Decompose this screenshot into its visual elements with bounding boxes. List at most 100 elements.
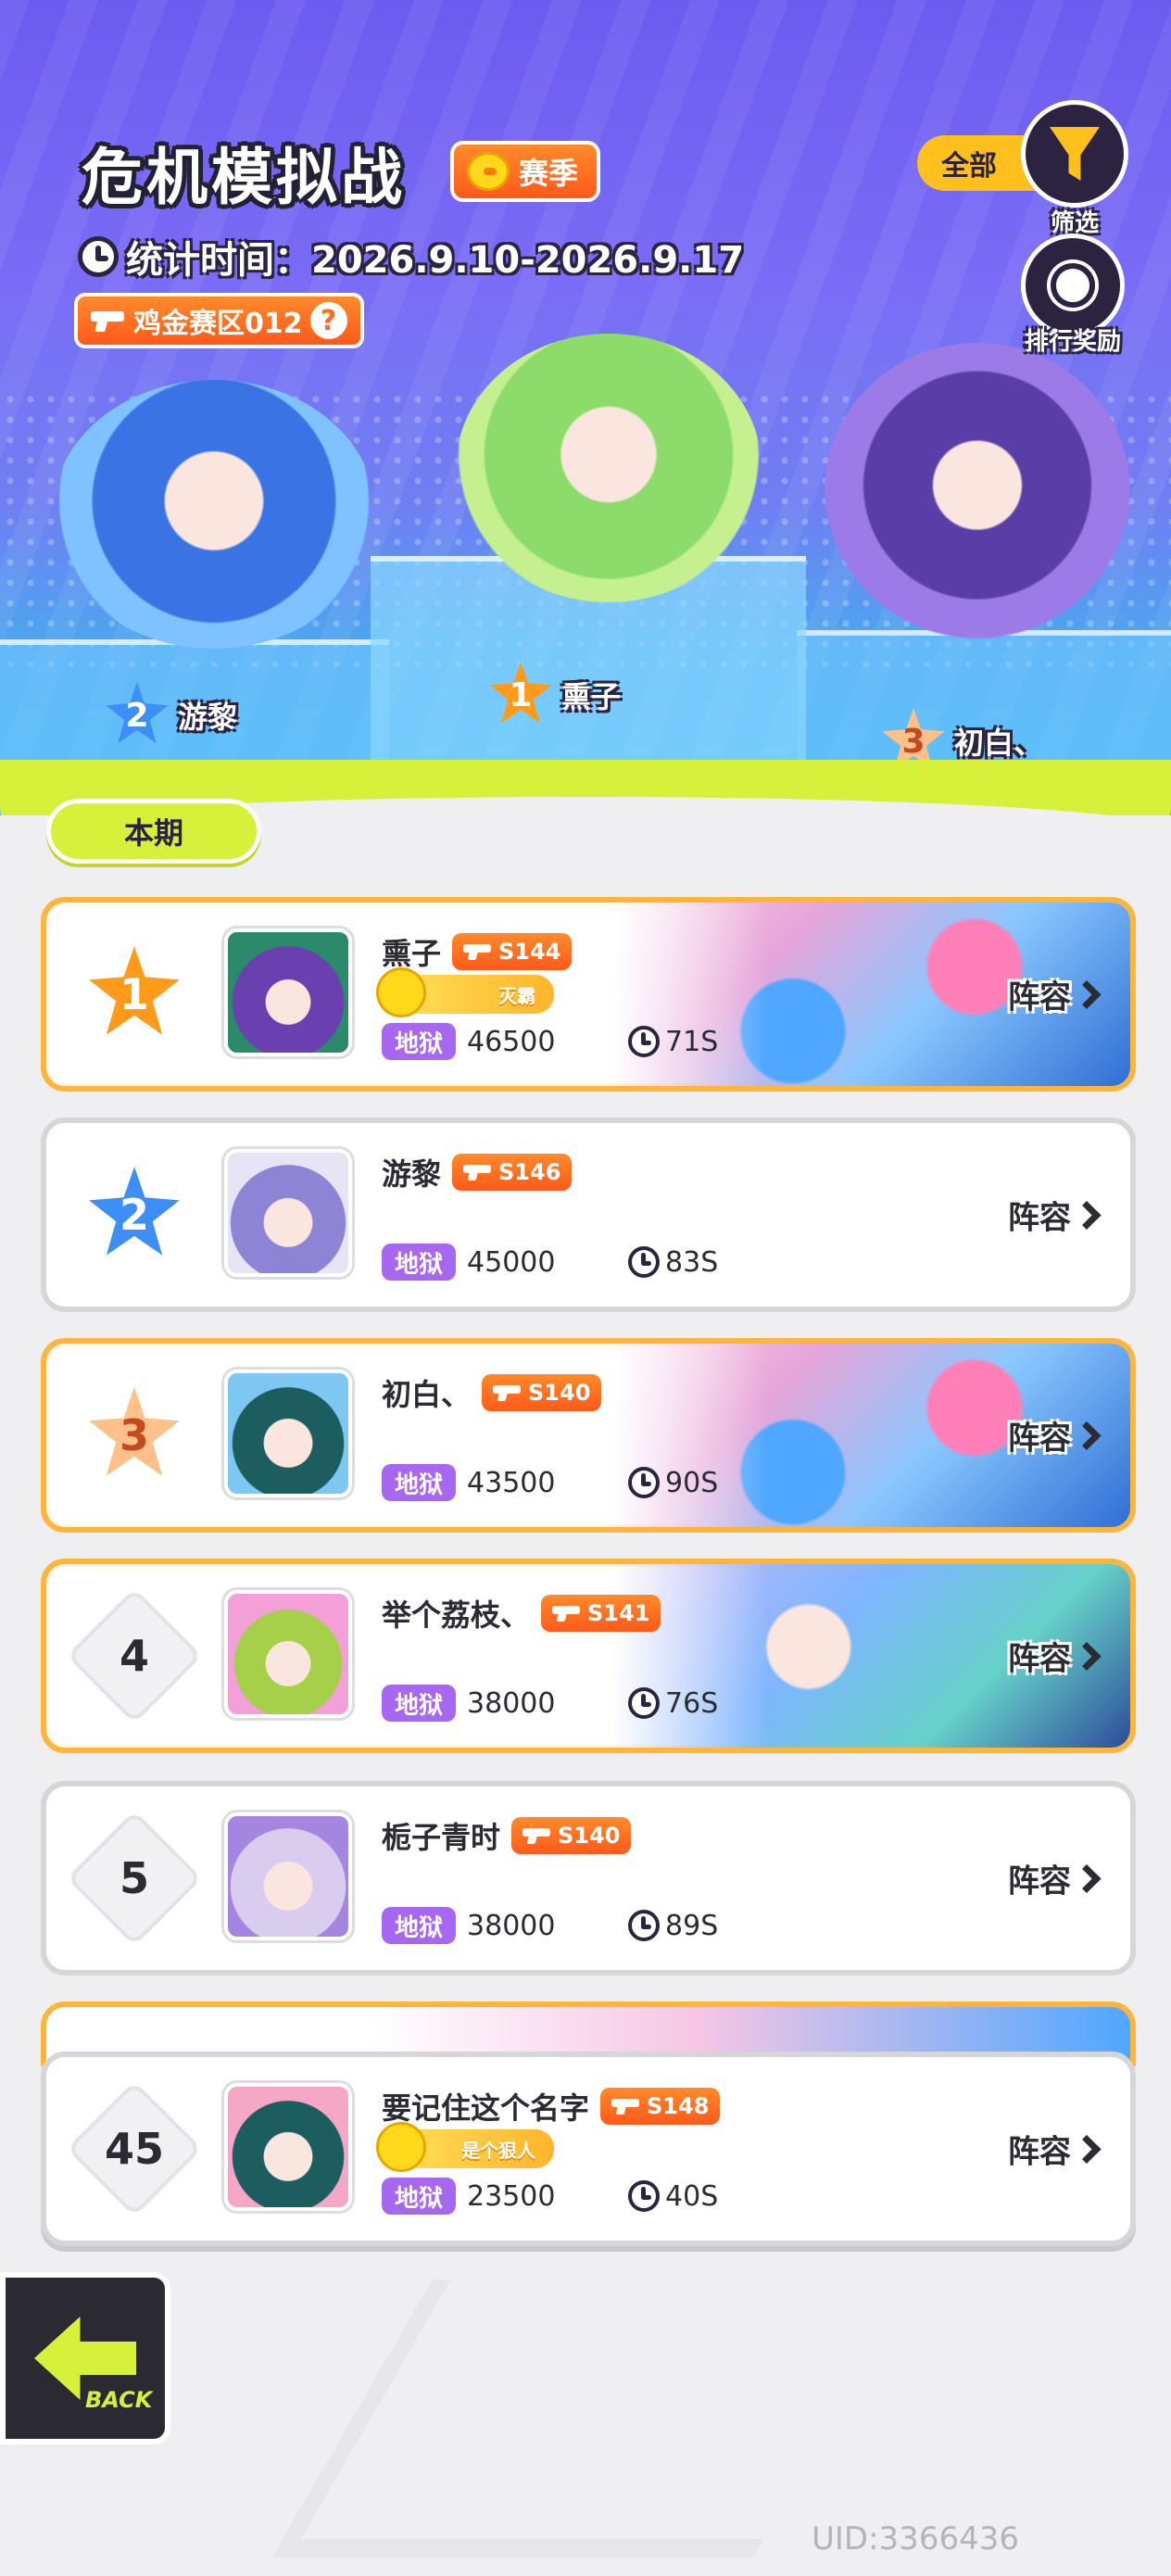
- difficulty-badge: 地狱: [382, 2178, 457, 2215]
- avatar[interactable]: [224, 1590, 352, 1718]
- score: 46500: [467, 1025, 556, 1058]
- lineup-button[interactable]: 阵容: [1008, 1634, 1102, 1679]
- gun-icon: [523, 1826, 552, 1845]
- player-name: 游黎: [382, 1156, 442, 1192]
- rank-row-5[interactable]: 5 栀子青时 S140 地狱 38000 89S 阵容: [41, 1781, 1136, 1976]
- season-badge[interactable]: 赛季: [450, 141, 601, 202]
- stat-row: 地狱 46500 71S: [382, 1023, 718, 1060]
- help-icon[interactable]: ?: [309, 302, 347, 339]
- rank-diamond-icon: 4: [66, 1587, 203, 1724]
- rank-cell: 1: [83, 943, 185, 1045]
- tab-this-period[interactable]: 本期: [46, 799, 261, 864]
- header-banner: 2 游黎 1 熏子 3 初白、 危机模拟战 赛季 统计时间：2026.9.10-…: [0, 0, 1171, 815]
- name-row: 初白、 S140: [382, 1371, 602, 1414]
- difficulty-badge: 地狱: [382, 1464, 457, 1501]
- clear-time: 83S: [628, 1246, 718, 1279]
- score: 23500: [467, 2179, 556, 2213]
- rank-row-1[interactable]: 1 熏子 S144 灭霸 地狱 46500 71S 阵容: [41, 897, 1136, 1092]
- chevron-right-icon: [1072, 1421, 1102, 1450]
- avatar[interactable]: [224, 928, 352, 1056]
- lineup-button[interactable]: 阵容: [1008, 1193, 1102, 1238]
- chevron-right-icon: [1072, 2134, 1102, 2164]
- rank-diamond-icon: 45: [66, 2080, 203, 2217]
- podium-character-2[interactable]: [52, 380, 376, 649]
- lineup-button[interactable]: 阵容: [1008, 2127, 1102, 2172]
- stat-row: 地狱 43500 90S: [382, 1464, 718, 1501]
- player-name: 栀子青时: [382, 1820, 501, 1855]
- score: 45000: [467, 1245, 556, 1279]
- lineup-button[interactable]: 阵容: [1008, 1856, 1102, 1901]
- rank-row-2[interactable]: 2 游黎 S146 地狱 45000 83S 阵容: [41, 1118, 1136, 1312]
- avatar[interactable]: [224, 1370, 352, 1497]
- player-name: 初白、: [382, 1377, 472, 1412]
- clock-icon: [628, 1910, 661, 1941]
- podium-name-1: 1 熏子: [487, 662, 621, 728]
- zone-badge[interactable]: 鸡金赛区012 ?: [74, 293, 364, 348]
- title-tag: 是个狠人: [376, 2122, 554, 2172]
- back-label: BACK: [85, 2387, 153, 2413]
- clear-time: 89S: [628, 1910, 718, 1942]
- rank-row-3[interactable]: 3 初白、 S140 地狱 43500 90S 阵容: [41, 1338, 1136, 1533]
- score: 38000: [467, 1909, 556, 1942]
- background-swirl: [271, 2279, 914, 2557]
- player-name: 熏子: [382, 936, 442, 971]
- gun-icon: [91, 309, 126, 332]
- avatar[interactable]: [224, 2083, 352, 2211]
- level-badge: S148: [600, 2088, 721, 2125]
- uid-label: UID:3366436: [812, 2520, 1019, 2557]
- score: 43500: [467, 1466, 556, 1499]
- stat-time-text: 统计时间：2026.9.10-2026.9.17: [126, 239, 745, 282]
- rank-cell: 2: [83, 1164, 185, 1266]
- gun-icon: [493, 1383, 523, 1402]
- rank-star-icon: 1: [89, 946, 180, 1035]
- podium-name-2-label: 游黎: [178, 700, 238, 735]
- clock-icon: [78, 236, 119, 277]
- level-badge: S140: [511, 1817, 632, 1854]
- player-name: 要记住这个名字: [382, 2090, 590, 2126]
- name-row: 要记住这个名字 S148: [382, 2085, 721, 2128]
- filter-button[interactable]: [1021, 100, 1128, 208]
- lineup-button[interactable]: 阵容: [1008, 1413, 1102, 1458]
- chevron-right-icon: [1072, 1641, 1102, 1671]
- rank-row-4[interactable]: 4 举个荔枝、 S141 地狱 38000 76S 阵容: [41, 1559, 1136, 1753]
- chevron-right-icon: [1072, 1200, 1102, 1230]
- medal-icon: [1051, 263, 1095, 308]
- ranking-reward-label: 排行奖励: [1024, 328, 1121, 356]
- rank-cell: 3: [83, 1384, 185, 1486]
- rank-cell: 4: [66, 1587, 203, 1724]
- back-button[interactable]: BACK: [0, 2272, 170, 2444]
- difficulty-badge: 地狱: [382, 1023, 457, 1060]
- rank-star-icon: 3: [89, 1387, 180, 1476]
- lineup-button[interactable]: 阵容: [1008, 972, 1102, 1017]
- podium-name-1-label: 熏子: [561, 679, 622, 714]
- my-rank-row[interactable]: 45 要记住这个名字 S148 是个狠人 地狱 23500 40S 阵容: [41, 2052, 1136, 2246]
- level-badge: S140: [482, 1374, 602, 1411]
- stat-row: 地狱 23500 40S: [382, 2178, 718, 2215]
- podium-character-3[interactable]: [825, 343, 1130, 639]
- avatar[interactable]: [224, 1812, 352, 1940]
- rank-cell: 45: [66, 2080, 203, 2217]
- stat-row: 地狱 38000 76S: [382, 1685, 718, 1722]
- gun-icon: [463, 1163, 493, 1181]
- clear-time: 71S: [628, 1026, 718, 1058]
- gun-icon: [463, 942, 493, 961]
- rank-diamond-icon: 5: [66, 1810, 203, 1947]
- rank-2-star-icon: 2: [106, 682, 169, 744]
- player-name: 举个荔枝、: [382, 1597, 531, 1633]
- level-badge: S146: [452, 1154, 573, 1191]
- rank-cell: 5: [66, 1810, 203, 1947]
- level-badge: S144: [452, 933, 573, 970]
- podium-name-2: 2 游黎: [104, 682, 237, 749]
- name-row: 举个荔枝、 S141: [382, 1592, 661, 1635]
- difficulty-badge: 地狱: [382, 1685, 457, 1722]
- season-label: 赛季: [519, 156, 579, 191]
- podium-character-1[interactable]: [456, 334, 762, 602]
- podium-name-3-label: 初白、: [954, 726, 1044, 761]
- clock-icon: [628, 1246, 661, 1278]
- avatar[interactable]: [224, 1149, 352, 1277]
- rank-1-star-icon: 1: [489, 662, 552, 724]
- name-row: 熏子 S144: [382, 930, 573, 973]
- chevron-right-icon: [1072, 979, 1102, 1009]
- clear-time: 76S: [628, 1687, 718, 1720]
- clock-icon: [628, 1467, 661, 1498]
